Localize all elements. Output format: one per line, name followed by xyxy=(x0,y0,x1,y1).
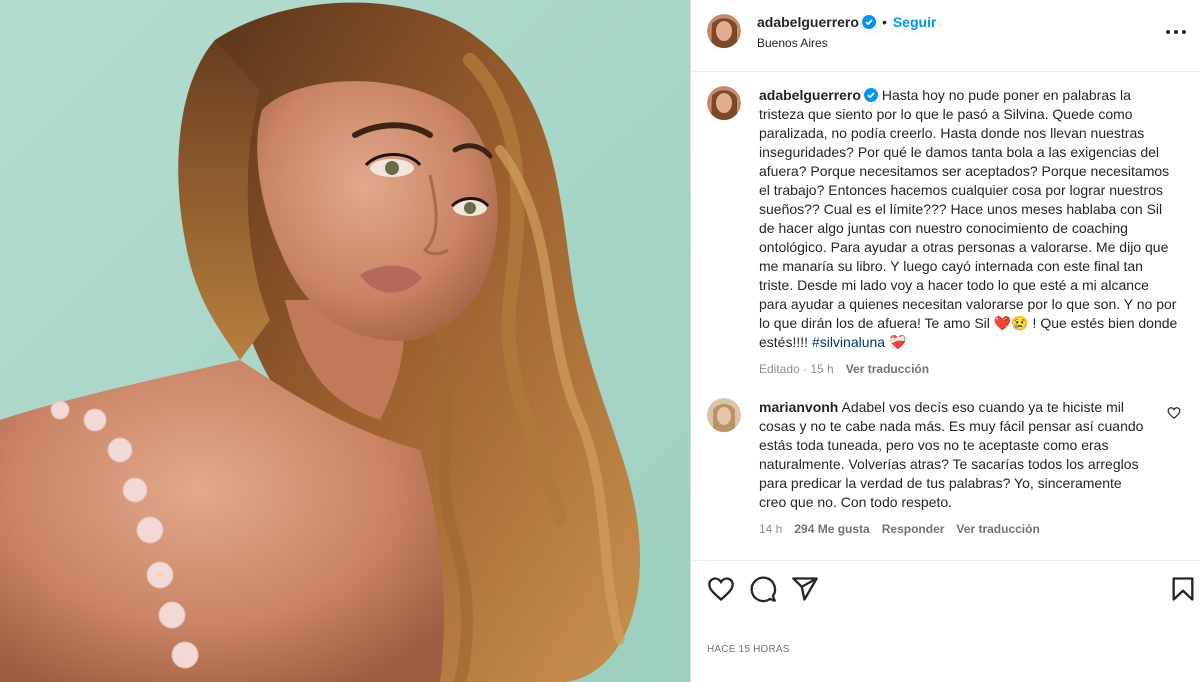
comment-meta: 14 h 294 Me gusta Responder Ver traducción xyxy=(759,520,1149,539)
avatar-image xyxy=(707,398,741,432)
caption-meta: Editado · 15 h Ver traducción xyxy=(759,360,1179,379)
comment-text: marianvonh Adabel vos decís eso cuando y… xyxy=(759,398,1149,539)
see-translation-link[interactable]: Ver traducción xyxy=(846,362,929,376)
verified-badge-icon xyxy=(861,15,876,29)
commenter-avatar[interactable] xyxy=(707,398,741,432)
comment-likes[interactable]: 294 Me gusta xyxy=(794,522,869,536)
bookmark-icon[interactable] xyxy=(1169,575,1197,603)
comment-translation-link[interactable]: Ver traducción xyxy=(956,522,1039,536)
crying-emoji: 😢 xyxy=(1011,315,1029,331)
comment-icon[interactable] xyxy=(749,575,777,603)
caption-username[interactable]: adabelguerrero xyxy=(759,87,861,103)
reply-button[interactable]: Responder xyxy=(882,522,945,536)
comment-like-heart-icon[interactable] xyxy=(1167,406,1181,420)
post-time-ago[interactable]: HACE 15 HORAS xyxy=(707,644,790,655)
share-icon[interactable] xyxy=(791,575,819,603)
comment-timestamp: 14 h xyxy=(759,522,783,536)
comment-body: Adabel vos decís eso cuando ya te hicist… xyxy=(759,399,1144,510)
follow-button[interactable]: Seguir xyxy=(893,14,937,30)
bandaged-heart-emoji: ❤️‍🩹 xyxy=(888,334,907,350)
header-title-row: adabelguerrero • Seguir xyxy=(757,14,936,32)
avatar[interactable] xyxy=(707,14,741,48)
author-username[interactable]: adabelguerrero xyxy=(757,14,859,30)
portrait-image xyxy=(0,0,690,682)
action-bar xyxy=(691,560,1200,620)
caption-body: Hasta hoy no pude poner en palabras la t… xyxy=(759,87,1177,331)
heart-emoji: ❤️ xyxy=(993,315,1012,331)
commenter-username[interactable]: marianvonh xyxy=(759,399,838,415)
caption-text: adabelguerrero Hasta hoy no pude poner e… xyxy=(759,86,1179,379)
avatar-image xyxy=(707,86,741,120)
separator-dot: • xyxy=(881,14,887,30)
hashtag-link[interactable]: #silvinaluna xyxy=(812,334,885,350)
edited-timestamp: Editado · 15 h xyxy=(759,362,834,376)
avatar-image xyxy=(707,14,741,48)
post-header: adabelguerrero • Seguir Buenos Aires xyxy=(691,0,1200,72)
caption-avatar[interactable] xyxy=(707,86,741,120)
more-horizontal-icon[interactable] xyxy=(1163,22,1189,42)
post-details-panel: adabelguerrero • Seguir Buenos Aires adabe… xyxy=(690,0,1200,682)
post-photo[interactable] xyxy=(0,0,690,682)
post-location[interactable]: Buenos Aires xyxy=(757,36,828,50)
heart-icon[interactable] xyxy=(707,575,735,603)
verified-badge-icon xyxy=(863,88,878,102)
